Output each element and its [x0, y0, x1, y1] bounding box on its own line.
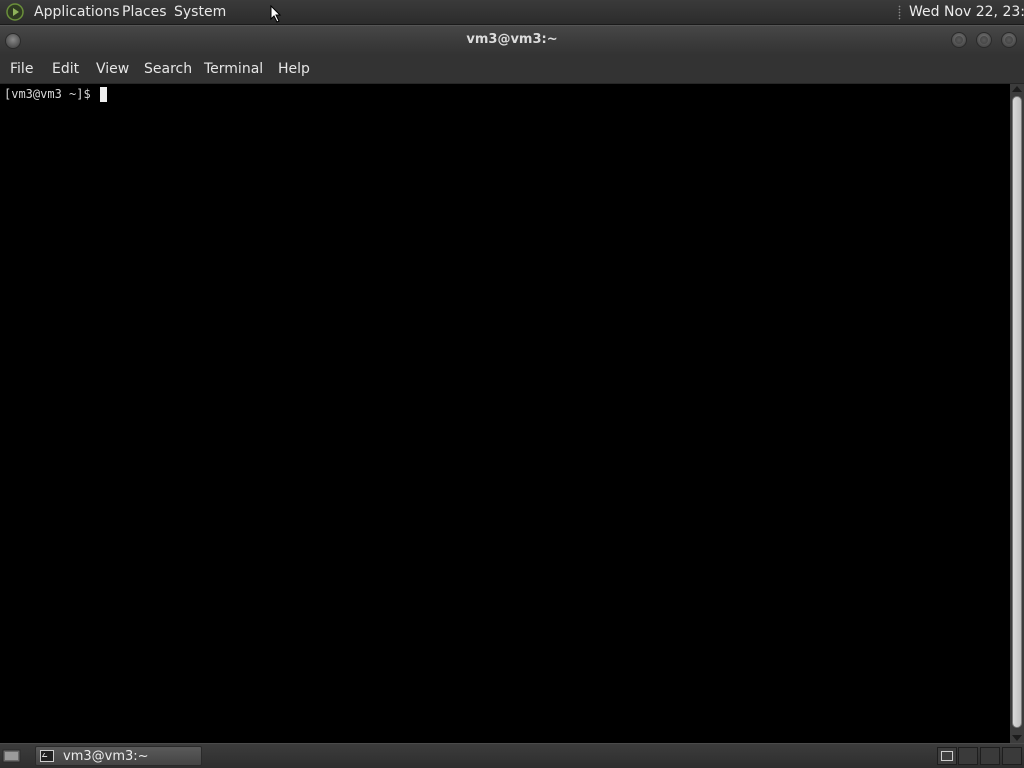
- bottom-panel: vm3@vm3:~: [0, 743, 1024, 768]
- terminal-output[interactable]: [vm3@vm3 ~]$: [0, 84, 1010, 743]
- taskbar-button-terminal[interactable]: vm3@vm3:~: [35, 746, 202, 766]
- close-button[interactable]: [1001, 32, 1017, 48]
- places-menu[interactable]: Places: [122, 4, 167, 21]
- mouse-pointer-icon: [270, 5, 282, 23]
- window-titlebar[interactable]: vm3@vm3:~: [0, 25, 1024, 55]
- shell-prompt: [vm3@vm3 ~]$: [4, 87, 91, 101]
- prompt-line: [vm3@vm3 ~]$: [4, 87, 107, 102]
- menu-terminal[interactable]: Terminal: [204, 61, 263, 78]
- scroll-up-arrow-icon[interactable]: [1012, 86, 1022, 92]
- workspace-switcher-3[interactable]: [980, 747, 1000, 765]
- workspace-switcher-2[interactable]: [958, 747, 978, 765]
- clock[interactable]: Wed Nov 22, 23:05: [909, 4, 1024, 21]
- workspace-switcher-4[interactable]: [1002, 747, 1022, 765]
- scrollbar-thumb[interactable]: [1012, 96, 1022, 728]
- workspace-switcher-1[interactable]: [937, 747, 957, 765]
- text-caret: [99, 87, 107, 102]
- minimize-button[interactable]: [951, 32, 967, 48]
- applications-logo-icon[interactable]: [6, 3, 24, 21]
- menu-view[interactable]: View: [96, 61, 129, 78]
- terminal-scrollbar[interactable]: [1010, 84, 1024, 743]
- panel-drag-handle[interactable]: [898, 5, 901, 20]
- menu-edit[interactable]: Edit: [52, 61, 79, 78]
- applications-menu[interactable]: Applications: [34, 4, 120, 21]
- maximize-button[interactable]: [976, 32, 992, 48]
- scroll-down-arrow-icon[interactable]: [1012, 735, 1022, 741]
- terminal-window: vm3@vm3:~ File Edit View Search Terminal…: [0, 25, 1024, 743]
- taskbar-button-label: vm3@vm3:~: [63, 749, 149, 764]
- menu-help[interactable]: Help: [278, 61, 310, 78]
- show-desktop-icon[interactable]: [2, 748, 21, 764]
- top-panel: Applications Places System Wed Nov 22, 2…: [0, 0, 1024, 25]
- system-menu[interactable]: System: [174, 4, 226, 21]
- window-menubar: File Edit View Search Terminal Help: [0, 55, 1024, 84]
- window-title: vm3@vm3:~: [466, 32, 558, 47]
- terminal-icon: [40, 750, 54, 762]
- menu-file[interactable]: File: [10, 61, 33, 78]
- menu-search[interactable]: Search: [144, 61, 192, 78]
